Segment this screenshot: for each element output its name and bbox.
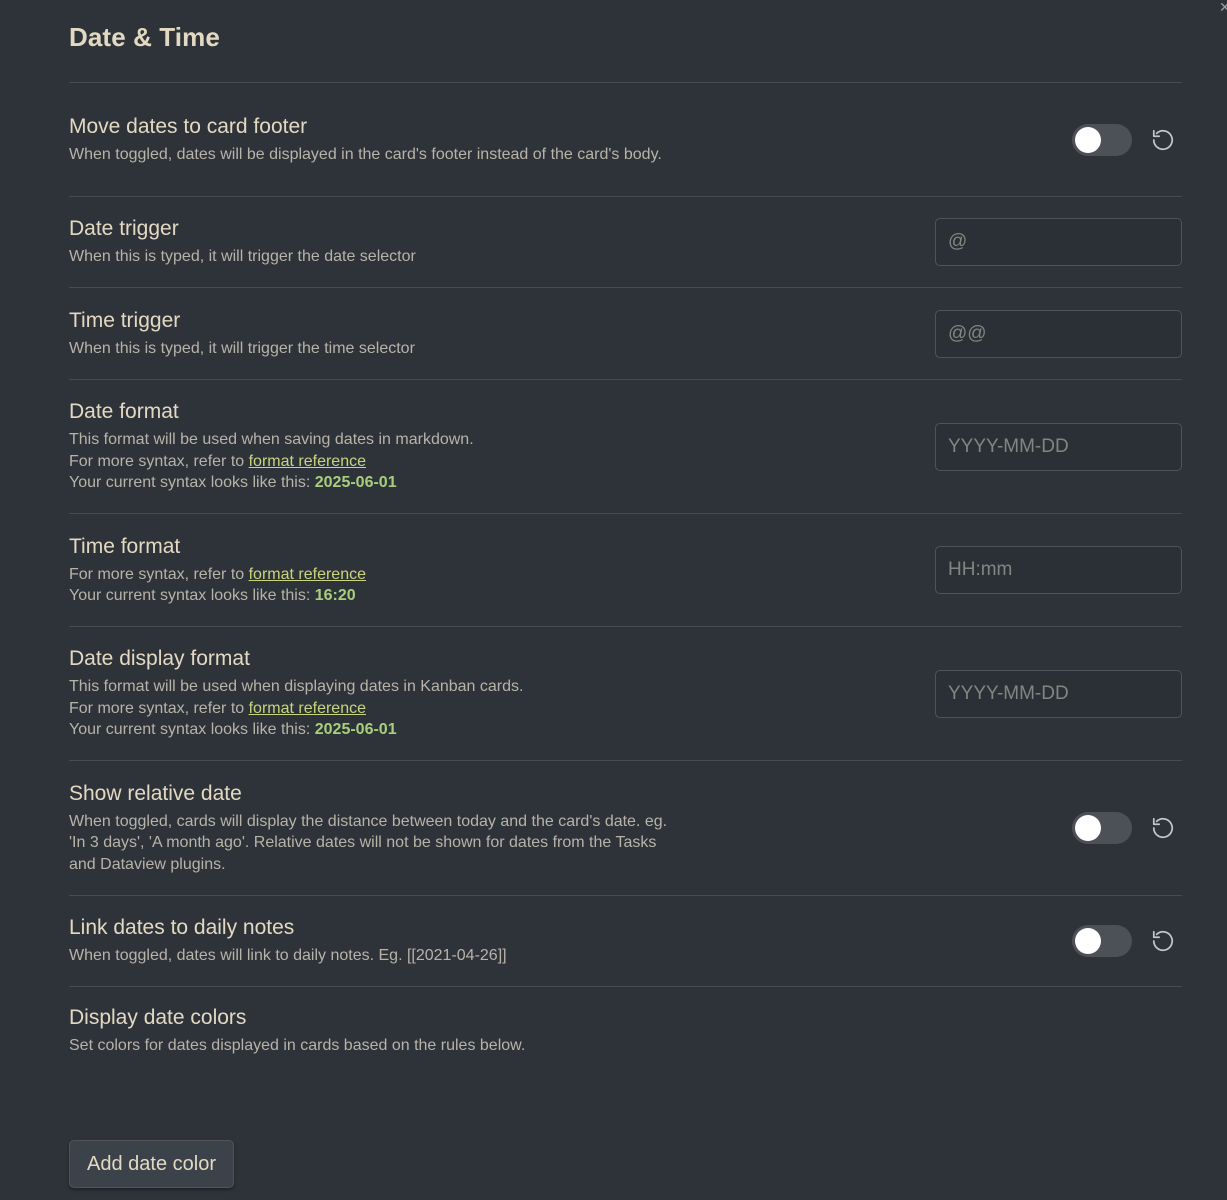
close-icon[interactable]: ✕ bbox=[1219, 0, 1227, 14]
description-line: This format will be used when saving dat… bbox=[69, 431, 474, 449]
setting-description: When toggled, dates will link to daily n… bbox=[69, 947, 507, 965]
setting-info: Move dates to card footer When toggled, … bbox=[69, 114, 662, 166]
preview-value: 2025-06-01 bbox=[314, 474, 397, 492]
setting-name: Link dates to daily notes bbox=[69, 916, 295, 940]
reset-icon[interactable] bbox=[1150, 815, 1176, 841]
settings-page: ✕ Date & Time Move dates to card footer … bbox=[0, 0, 1227, 1200]
time-trigger-input[interactable] bbox=[935, 309, 1182, 358]
setting-time-trigger: Time trigger When this is typed, it will… bbox=[69, 287, 1182, 379]
setting-description: When this is typed, it will trigger the … bbox=[69, 339, 415, 357]
setting-name: Show relative date bbox=[69, 781, 242, 805]
setting-control bbox=[1072, 812, 1182, 844]
add-date-color-button[interactable]: Add date color bbox=[69, 1140, 234, 1188]
description-line: This format will be used when displaying… bbox=[69, 678, 524, 696]
toggle-knob bbox=[1075, 815, 1101, 841]
setting-description: When this is typed, it will trigger the … bbox=[69, 248, 416, 266]
preview-prefix: Your current syntax looks like this: bbox=[69, 721, 315, 739]
preview-prefix: Your current syntax looks like this: bbox=[69, 474, 315, 492]
setting-control bbox=[935, 309, 1182, 358]
setting-time-format: Time format For more syntax, refer to fo… bbox=[69, 513, 1182, 626]
preview-line: Your current syntax looks like this: 16:… bbox=[69, 585, 366, 607]
reference-prefix: For more syntax, refer to bbox=[69, 699, 249, 717]
setting-date-trigger: Date trigger When this is typed, it will… bbox=[69, 196, 1182, 287]
link-daily-notes-toggle[interactable] bbox=[1072, 925, 1132, 957]
setting-name: Date display format bbox=[69, 647, 250, 671]
setting-name: Time format bbox=[69, 534, 181, 558]
reference-line: For more syntax, refer to format referen… bbox=[69, 451, 474, 473]
setting-description: For more syntax, refer to format referen… bbox=[69, 564, 366, 607]
setting-control bbox=[935, 422, 1182, 471]
preview-value: 2025-06-01 bbox=[314, 721, 397, 739]
setting-control bbox=[935, 669, 1182, 718]
setting-control bbox=[1072, 123, 1182, 156]
setting-info: Time format For more syntax, refer to fo… bbox=[69, 534, 366, 607]
reference-prefix: For more syntax, refer to bbox=[69, 565, 249, 583]
format-reference-link[interactable]: format reference bbox=[249, 700, 366, 717]
setting-move-dates: Move dates to card footer When toggled, … bbox=[69, 82, 1182, 196]
setting-name: Date trigger bbox=[69, 217, 179, 241]
reset-icon[interactable] bbox=[1150, 127, 1176, 153]
setting-description: Set colors for dates displayed in cards … bbox=[69, 1037, 526, 1054]
setting-relative-date: Show relative date When toggled, cards w… bbox=[69, 760, 1182, 895]
setting-control bbox=[1072, 925, 1182, 957]
setting-name: Time trigger bbox=[69, 308, 181, 332]
setting-date-format: Date format This format will be used whe… bbox=[69, 379, 1182, 513]
setting-info: Date display format This format will be … bbox=[69, 646, 523, 741]
setting-info: Display date colors Set colors for dates… bbox=[69, 1005, 525, 1057]
setting-date-display-format: Date display format This format will be … bbox=[69, 626, 1182, 760]
setting-description: This format will be used when displaying… bbox=[69, 676, 523, 741]
setting-name: Date format bbox=[69, 400, 179, 424]
reference-prefix: For more syntax, refer to bbox=[69, 452, 249, 470]
date-display-format-input[interactable] bbox=[935, 669, 1182, 718]
reference-line: For more syntax, refer to format referen… bbox=[69, 698, 523, 720]
setting-name: Display date colors bbox=[69, 1006, 247, 1029]
reference-line: For more syntax, refer to format referen… bbox=[69, 564, 366, 586]
setting-info: Time trigger When this is typed, it will… bbox=[69, 308, 415, 360]
format-reference-link[interactable]: format reference bbox=[249, 453, 366, 470]
format-reference-link[interactable]: format reference bbox=[249, 566, 366, 583]
preview-line: Your current syntax looks like this: 202… bbox=[69, 719, 523, 741]
setting-name: Move dates to card footer bbox=[69, 114, 308, 138]
setting-date-colors: Display date colors Set colors for dates… bbox=[69, 986, 1182, 1076]
toggle-knob bbox=[1075, 126, 1101, 153]
preview-prefix: Your current syntax looks like this: bbox=[69, 587, 315, 604]
relative-date-toggle[interactable] bbox=[1072, 812, 1132, 844]
setting-link-daily-notes: Link dates to daily notes When toggled, … bbox=[69, 895, 1182, 986]
reset-icon[interactable] bbox=[1150, 928, 1176, 954]
move-dates-toggle[interactable] bbox=[1072, 123, 1132, 156]
setting-control bbox=[935, 218, 1182, 266]
setting-info: Date trigger When this is typed, it will… bbox=[69, 216, 416, 268]
section-title: Date & Time bbox=[69, 22, 220, 52]
setting-info: Show relative date When toggled, cards w… bbox=[69, 781, 669, 876]
date-trigger-input[interactable] bbox=[935, 218, 1182, 266]
setting-info: Date format This format will be used whe… bbox=[69, 399, 474, 494]
setting-description: When toggled, cards will display the dis… bbox=[69, 812, 668, 873]
time-format-input[interactable] bbox=[935, 546, 1182, 594]
setting-description: When toggled, dates will be displayed in… bbox=[69, 145, 662, 163]
toggle-knob bbox=[1075, 928, 1101, 954]
setting-control bbox=[935, 546, 1182, 594]
setting-description: This format will be used when saving dat… bbox=[69, 429, 474, 494]
preview-value: 16:20 bbox=[314, 587, 356, 604]
setting-info: Link dates to daily notes When toggled, … bbox=[69, 915, 507, 967]
date-format-input[interactable] bbox=[935, 422, 1182, 471]
preview-line: Your current syntax looks like this: 202… bbox=[69, 472, 474, 494]
